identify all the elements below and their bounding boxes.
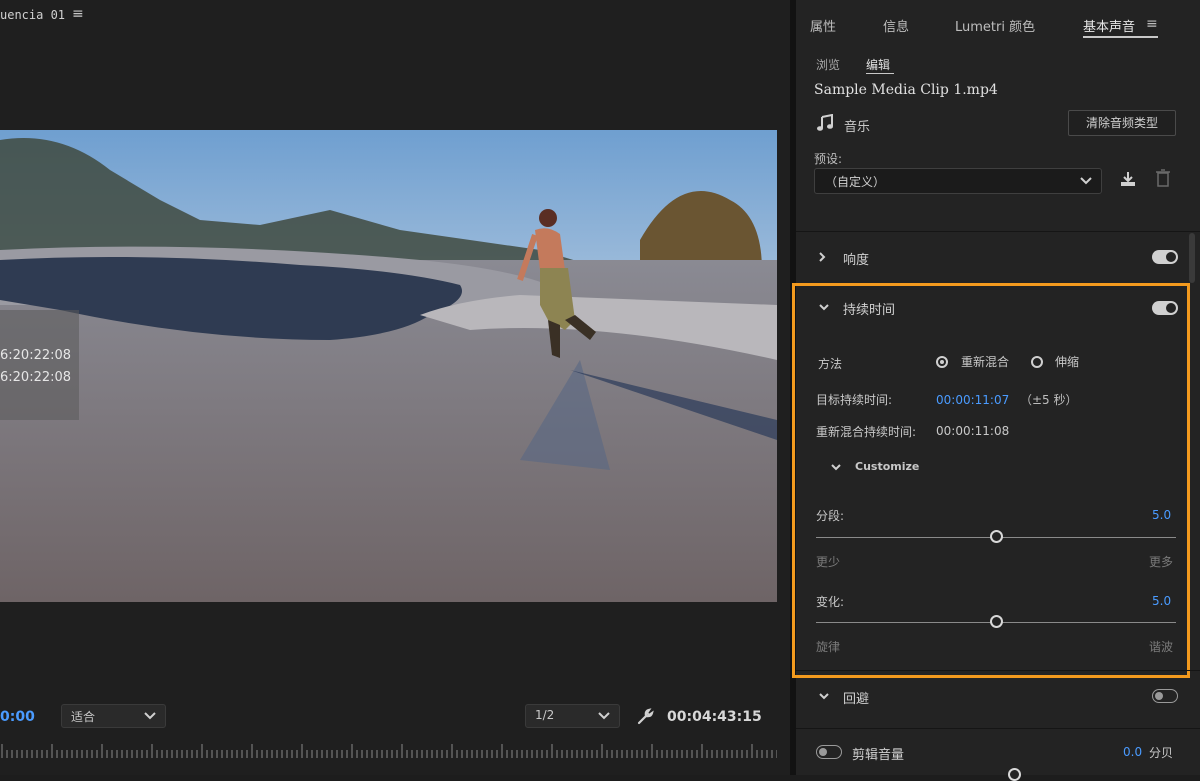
duration-toggle[interactable] (1152, 301, 1178, 315)
program-monitor: uencia 01 ≡ 6:20:22:08 6:20:22:08 0:00 适… (0, 0, 790, 775)
chevron-right-icon[interactable] (816, 251, 828, 263)
variation-label: 变化: (816, 595, 845, 609)
chevron-down-icon[interactable] (830, 461, 842, 473)
duration-timecode: 00:04:43:15 (667, 709, 762, 725)
target-duration-value[interactable]: 00:00:11:07 (936, 393, 1009, 407)
loudness-toggle[interactable] (1152, 250, 1178, 264)
remix-duration-value: 00:00:11:08 (936, 424, 1010, 438)
clip-volume-toggle[interactable] (816, 745, 842, 759)
tab-lumetri-color[interactable]: Lumetri 颜色 (955, 16, 1035, 35)
active-subtab-indicator (866, 73, 894, 74)
essential-sound-panel: 属性 信息 Lumetri 颜色 基本声音 ≡ 浏览 编辑 Sample Med… (792, 0, 1200, 781)
clear-audio-type-button[interactable]: 清除音频类型 (1068, 110, 1176, 136)
duration-section-title[interactable]: 持续时间 (843, 299, 895, 318)
timecode-overlay: 6:20:22:08 6:20:22:08 (0, 310, 79, 420)
sequence-title: uencia 01 (0, 8, 66, 22)
tab-info[interactable]: 信息 (883, 16, 909, 35)
segments-label: 分段: (816, 509, 845, 523)
chevron-down-icon (1080, 177, 1092, 185)
zoom-fit-value: 适合 (71, 710, 96, 724)
option-remix-label[interactable]: 重新混合 (961, 353, 1009, 370)
customize-label[interactable]: Customize (855, 460, 919, 473)
chevron-down-icon[interactable] (818, 301, 830, 313)
subtab-edit[interactable]: 编辑 (866, 56, 890, 73)
video-frame[interactable] (0, 130, 777, 602)
audio-type-label: 音乐 (844, 120, 871, 135)
resolution-dropdown[interactable]: 1/2 (525, 704, 620, 728)
variation-min-label: 旋律 (816, 640, 841, 654)
panel-menu-icon[interactable]: ≡ (1146, 16, 1158, 32)
segments-min-label: 更少 (816, 555, 841, 569)
ducking-toggle[interactable] (1152, 689, 1178, 703)
tab-properties[interactable]: 属性 (810, 16, 836, 35)
panel-scrollbar[interactable] (1189, 233, 1195, 283)
wrench-icon[interactable] (636, 708, 654, 726)
preset-dropdown[interactable]: （自定义） (814, 168, 1102, 194)
segments-value[interactable]: 5.0 (1152, 508, 1171, 522)
section-divider (796, 231, 1200, 232)
clip-volume-value[interactable]: 0.0 (1123, 745, 1142, 759)
preset-value: （自定义） (825, 175, 886, 189)
segments-slider-thumb[interactable] (989, 530, 1003, 543)
trash-icon[interactable] (1154, 168, 1172, 188)
section-divider (796, 728, 1200, 729)
playhead-timecode[interactable]: 0:00 (0, 709, 35, 725)
section-divider (796, 670, 1200, 671)
tab-essential-sound[interactable]: 基本声音 (1083, 16, 1135, 35)
loudness-section-title[interactable]: 响度 (843, 249, 869, 268)
resolution-value: 1/2 (535, 708, 555, 722)
ducking-section-title[interactable]: 回避 (843, 688, 869, 707)
clip-volume-label: 剪辑音量 (852, 748, 905, 763)
variation-max-label: 谐波 (1149, 640, 1174, 654)
zoom-fit-dropdown[interactable]: 适合 (61, 704, 166, 728)
method-label: 方法 (818, 357, 843, 371)
segments-max-label: 更多 (1149, 555, 1174, 569)
chevron-down-icon[interactable] (818, 690, 830, 702)
save-preset-icon[interactable] (1119, 170, 1137, 188)
variation-slider-thumb[interactable] (989, 615, 1003, 628)
remix-duration-label: 重新混合持续时间: (816, 425, 917, 439)
target-tolerance: （±5 秒） (1020, 393, 1078, 407)
option-stretch-label[interactable]: 伸缩 (1055, 353, 1079, 370)
subtab-browse[interactable]: 浏览 (816, 56, 840, 73)
preset-label: 预设: (814, 152, 843, 166)
timecode-overlay-line: 6:20:22:08 (0, 370, 72, 385)
music-note-icon (817, 114, 833, 131)
clip-name: Sample Media Clip 1.mp4 (814, 82, 998, 98)
timecode-overlay-line: 6:20:22:08 (0, 348, 72, 363)
variation-value[interactable]: 5.0 (1152, 594, 1171, 608)
sequence-menu-icon[interactable]: ≡ (72, 6, 84, 22)
time-ruler[interactable] (0, 742, 777, 760)
chevron-down-icon (144, 712, 156, 720)
target-duration-label: 目标持续时间: (816, 393, 893, 407)
clip-volume-unit: 分贝 (1149, 746, 1174, 760)
chevron-down-icon (598, 712, 610, 720)
radio-remix[interactable] (936, 356, 948, 368)
radio-stretch[interactable] (1031, 356, 1043, 368)
active-tab-indicator (1083, 36, 1158, 38)
